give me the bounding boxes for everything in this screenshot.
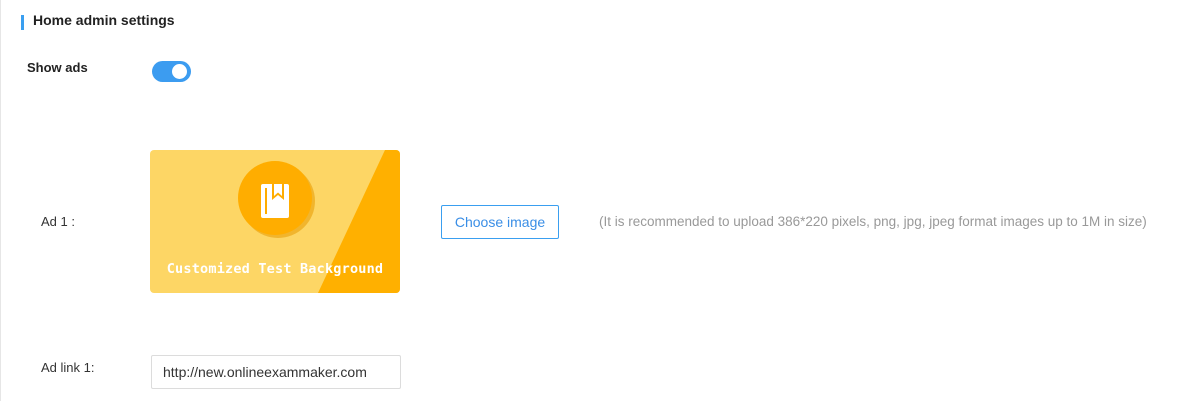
ad-link1-input[interactable] (151, 355, 401, 389)
left-border (0, 0, 1, 401)
ad-image-caption: Customized Test Background (166, 261, 384, 277)
show-ads-toggle[interactable] (152, 61, 191, 82)
upload-hint: (It is recommended to upload 386*220 pix… (599, 214, 1147, 229)
section-marker (21, 15, 24, 30)
ad1-image-preview[interactable]: Customized Test Background (150, 150, 400, 293)
choose-image-button[interactable]: Choose image (441, 205, 559, 239)
section-title: Home admin settings (33, 12, 175, 28)
book-icon (261, 184, 289, 218)
toggle-knob (172, 64, 187, 79)
show-ads-label: Show ads (27, 60, 88, 75)
ad1-label: Ad 1 : (41, 214, 75, 229)
ad-link1-label: Ad link 1: (41, 360, 95, 375)
